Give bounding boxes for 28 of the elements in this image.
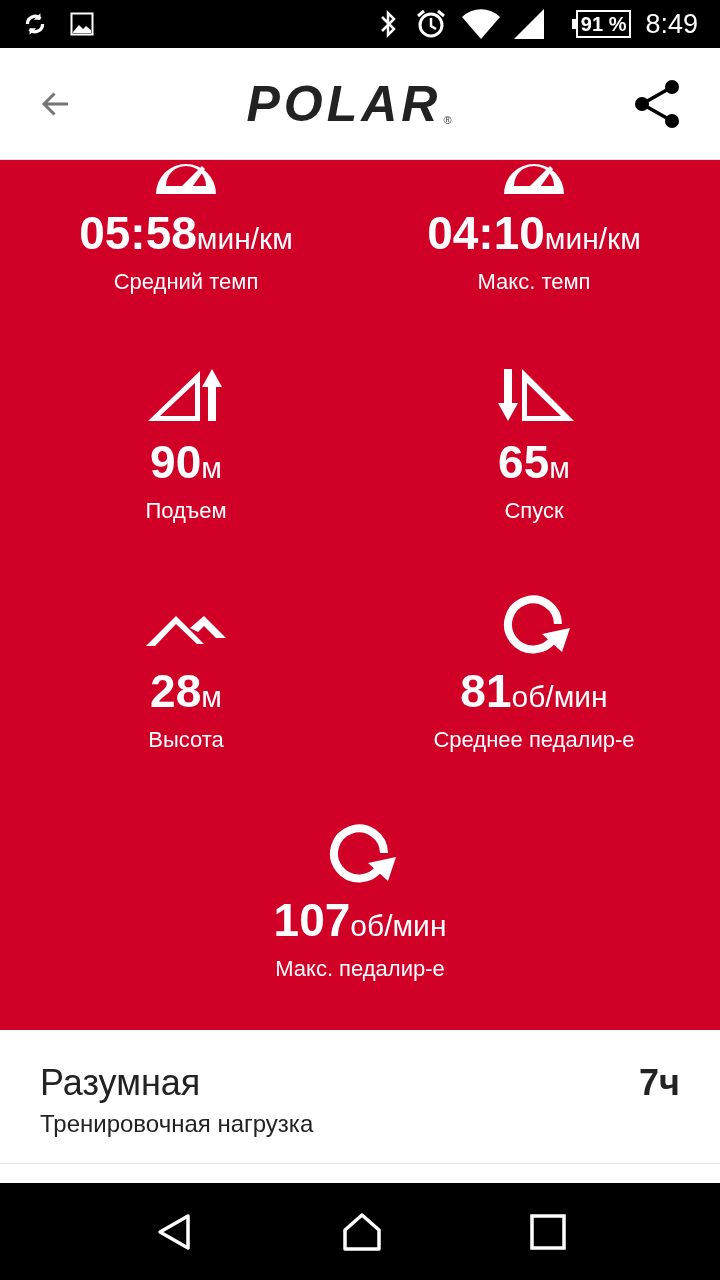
stat-value: 90м	[150, 439, 222, 485]
stat-label: Среднее педалир-е	[433, 726, 635, 754]
logo: POLAR	[246, 78, 442, 129]
stat-label: Высота	[148, 726, 224, 754]
wifi-icon	[461, 9, 500, 39]
recents-button[interactable]	[530, 1213, 567, 1250]
stat-label: Макс. педалир-е	[275, 955, 445, 983]
stat-label: Спуск	[504, 497, 564, 525]
load-subtitle: Тренировочная нагрузка	[40, 1109, 315, 1139]
battery-level: 91 %	[575, 10, 632, 38]
load-value: 7ч	[639, 1061, 680, 1105]
stat-value: 05:58мин/км	[79, 210, 293, 256]
stat-value: 65м	[498, 439, 570, 485]
stat-label: Подъем	[145, 497, 227, 525]
stat-value: 81об/мин	[460, 668, 608, 714]
trademark: ®	[443, 113, 452, 128]
clock: 8:49	[645, 10, 698, 38]
home-button[interactable]	[341, 1211, 383, 1252]
stat-value: 107об/мин	[273, 897, 447, 943]
signal-icon	[513, 9, 544, 39]
stat-value: 04:10мин/км	[427, 210, 641, 256]
mountain-icon	[146, 616, 226, 646]
stat-label: Средний темп	[113, 268, 259, 296]
stat-label: Макс. темп	[477, 268, 591, 296]
load-title: Разумная	[40, 1061, 201, 1105]
alarm-icon	[415, 9, 446, 39]
stat-value: 28м	[150, 668, 222, 714]
image-icon	[70, 12, 94, 36]
